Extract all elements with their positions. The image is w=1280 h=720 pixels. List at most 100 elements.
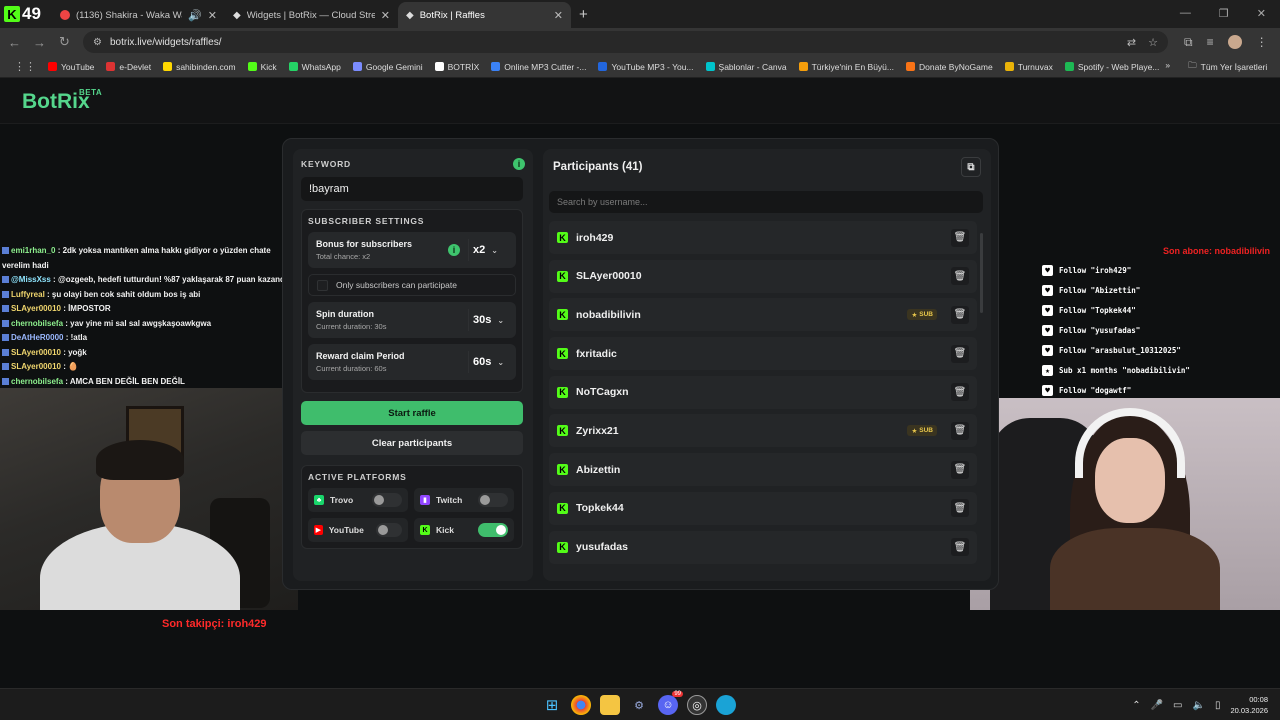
- microphone-icon[interactable]: 🎤: [1151, 700, 1163, 711]
- windows-start-icon[interactable]: ⊞: [542, 695, 562, 715]
- new-tab-button[interactable]: +: [571, 6, 596, 28]
- participant-name: iroh429: [576, 231, 614, 244]
- kick-toggle[interactable]: [478, 523, 508, 537]
- volume-icon[interactable]: 🔈: [1192, 700, 1204, 711]
- bookmark-item[interactable]: Kick: [242, 62, 283, 72]
- tab-raffles[interactable]: ◆ BotRix | Raffles ✕: [398, 2, 571, 28]
- heart-icon: ♥: [1042, 384, 1053, 396]
- reward-select[interactable]: 60s ⌄: [468, 351, 510, 373]
- close-window-icon[interactable]: ✕: [1257, 7, 1266, 20]
- youtube-toggle[interactable]: [375, 523, 402, 537]
- profile-logo[interactable]: K 49: [0, 0, 52, 28]
- bookmark-item[interactable]: Şablonlar - Canva: [700, 62, 793, 72]
- bookmark-item[interactable]: WhatsApp: [283, 62, 347, 72]
- bookmark-item[interactable]: sahibinden.com: [157, 62, 242, 72]
- reload-icon[interactable]: ↻: [52, 34, 77, 50]
- trash-icon: 🗑: [953, 425, 967, 437]
- all-bookmarks[interactable]: 🗀 Tüm Yer İşaretleri: [1182, 60, 1273, 74]
- tab-youtube[interactable]: (1136) Shakira - Waka Waka 🔊 ✕: [52, 2, 225, 28]
- bookmark-item[interactable]: Türkiye'nin En Büyü...: [793, 62, 900, 72]
- bookmark-item[interactable]: YouTube: [42, 62, 100, 72]
- only-subs-option[interactable]: Only subscribers can participate: [308, 274, 516, 296]
- close-tab-icon[interactable]: ✕: [208, 9, 217, 22]
- info-icon[interactable]: i: [513, 158, 525, 170]
- remove-participant-button[interactable]: 🗑: [951, 305, 969, 324]
- chat-text: : yoğk: [60, 347, 87, 357]
- participant-row: K Zyrixx21 ★ SUB 🗑: [549, 414, 977, 448]
- heart-icon: ♥: [1042, 304, 1053, 316]
- remove-participant-button[interactable]: 🗑: [951, 538, 969, 556]
- reading-list-icon[interactable]: ≡: [1207, 35, 1214, 49]
- menu-icon[interactable]: ⋮: [1256, 35, 1268, 49]
- only-subs-checkbox[interactable]: [317, 279, 328, 291]
- remove-participant-button[interactable]: 🗑: [951, 267, 969, 286]
- remove-participant-button[interactable]: 🗑: [951, 383, 969, 402]
- chat-username: @MissXss: [11, 275, 51, 284]
- bookmark-favicon-icon: [352, 62, 362, 71]
- kick-icon: K: [557, 502, 568, 514]
- bookmark-item[interactable]: Spotify - Web Playe...: [1059, 62, 1166, 72]
- file-explorer-icon[interactable]: [600, 695, 620, 715]
- bookmark-item[interactable]: Google Gemini: [347, 62, 429, 72]
- bonus-select[interactable]: x2 ⌄: [468, 239, 510, 261]
- extensions-icon[interactable]: ⧉: [1184, 35, 1193, 50]
- bookmark-item[interactable]: Online MP3 Cutter -...: [485, 62, 592, 72]
- folder-icon: 🗀: [1188, 59, 1197, 70]
- maximize-icon[interactable]: ❐: [1219, 7, 1229, 20]
- keyword-input[interactable]: [301, 177, 523, 201]
- profile-avatar[interactable]: [1227, 35, 1242, 49]
- start-raffle-button[interactable]: Start raffle: [301, 401, 523, 425]
- tab-widgets[interactable]: ◆ Widgets | BotRix — Cloud Strea ✕: [225, 2, 398, 28]
- system-clock[interactable]: 00:08 20.03.2026: [1230, 694, 1268, 716]
- twitch-toggle[interactable]: [478, 493, 508, 507]
- remove-participant-button[interactable]: 🗑: [951, 460, 969, 479]
- copy-icon[interactable]: ⧉: [961, 157, 981, 177]
- bookmark-item[interactable]: BOTRİX: [429, 62, 486, 72]
- translate-icon[interactable]: ⇄: [1127, 36, 1136, 49]
- trash-icon: 🗑: [953, 386, 967, 398]
- chat-username: chernobilsefa: [11, 318, 64, 328]
- settings-icon[interactable]: ⚙: [629, 695, 649, 715]
- more-bookmarks-icon[interactable]: »: [1165, 60, 1170, 74]
- chat-message: @MissXss : @ozgeeb, hedefi tutturdun! %8…: [0, 273, 300, 288]
- close-tab-icon[interactable]: ✕: [381, 9, 390, 22]
- edge-icon[interactable]: [716, 695, 736, 715]
- event-text: Follow "arasbulut_10312025": [1059, 345, 1181, 355]
- apps-icon[interactable]: ⋮⋮: [8, 60, 42, 73]
- bookmark-item[interactable]: Turnuvax: [999, 62, 1059, 72]
- remove-participant-button[interactable]: 🗑: [951, 499, 969, 518]
- obs-icon[interactable]: ◎: [687, 695, 707, 715]
- botrix-logo[interactable]: BotRix BETA: [22, 88, 102, 114]
- site-info-icon[interactable]: ⚙: [93, 37, 102, 48]
- remove-participant-button[interactable]: 🗑: [951, 421, 969, 440]
- remove-participant-button[interactable]: 🗑: [951, 228, 969, 247]
- info-icon[interactable]: i: [448, 244, 460, 256]
- discord-icon[interactable]: ☺ 99: [658, 691, 683, 715]
- platforms-label: ACTIVE PLATFORMS: [308, 472, 407, 482]
- forward-icon[interactable]: →: [27, 35, 52, 50]
- participant-search-input[interactable]: [549, 191, 983, 213]
- trovo-toggle[interactable]: [372, 493, 402, 507]
- bookmark-label: Türkiye'nin En Büyü...: [811, 61, 894, 72]
- close-tab-icon[interactable]: ✕: [554, 9, 563, 22]
- kick-icon: K: [557, 232, 568, 243]
- url-field[interactable]: ⚙ botrix.live/widgets/raffles/ ⇄ ☆: [83, 31, 1168, 53]
- speaker-icon[interactable]: 🔊: [188, 9, 202, 22]
- spin-select[interactable]: 30s ⌄: [468, 309, 510, 331]
- network-icon[interactable]: ▭: [1173, 700, 1182, 711]
- back-icon[interactable]: ←: [2, 35, 27, 50]
- bookmark-item[interactable]: YouTube MP3 - You...: [592, 62, 699, 72]
- bookmark-item[interactable]: Donate ByNoGame: [900, 62, 999, 72]
- battery-icon[interactable]: ▯: [1215, 700, 1221, 711]
- remove-participant-button[interactable]: 🗑: [951, 344, 969, 363]
- tray-chevron-icon[interactable]: ⌃: [1132, 700, 1140, 711]
- bookmark-item[interactable]: e-Devlet: [100, 62, 157, 72]
- chrome-icon[interactable]: [571, 695, 591, 715]
- event-text: Sub x1 months "nobadibilivin": [1059, 365, 1190, 375]
- trash-icon: 🗑: [953, 348, 967, 360]
- participant-scrollbar[interactable]: [980, 233, 983, 313]
- minimize-icon[interactable]: —: [1180, 7, 1191, 20]
- event-item: ♥ Follow "arasbulut_10312025": [1042, 340, 1190, 360]
- clear-participants-button[interactable]: Clear participants: [301, 431, 523, 455]
- bookmark-star-icon[interactable]: ☆: [1148, 36, 1158, 49]
